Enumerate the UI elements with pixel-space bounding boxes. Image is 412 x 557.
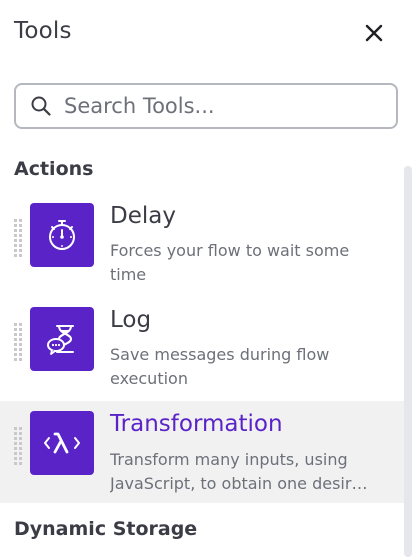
drag-handle[interactable] <box>14 427 22 465</box>
stopwatch-icon <box>30 203 94 267</box>
grip-dot <box>14 348 17 351</box>
grip-dot <box>14 328 17 331</box>
log-hourglass-icon <box>30 307 94 371</box>
tool-name: Log <box>110 307 152 333</box>
drag-handle[interactable] <box>14 219 22 257</box>
grip-dot <box>14 427 17 430</box>
scrollbar[interactable] <box>404 166 412 557</box>
grip-dot <box>14 442 17 445</box>
grip-dot <box>14 462 17 465</box>
section-label-actions: Actions <box>14 158 94 180</box>
search-icon <box>31 96 51 116</box>
section-label-dynamic-storage: Dynamic Storage <box>14 518 198 540</box>
tool-item-log[interactable]: Log Save messages during flow execution <box>0 307 404 407</box>
grip-dot <box>14 239 17 242</box>
grip-dot <box>19 224 22 227</box>
grip-dot <box>19 254 22 257</box>
grip-dot <box>14 437 17 440</box>
grip-dot <box>14 224 17 227</box>
tool-description: Forces your flow to wait some time <box>110 241 350 284</box>
search-input[interactable] <box>64 89 384 123</box>
grip-dot <box>19 457 22 460</box>
grip-dot <box>19 432 22 435</box>
grip-dot <box>14 254 17 257</box>
grip-dot <box>19 328 22 331</box>
grip-dot <box>19 244 22 247</box>
grip-dot <box>14 358 17 361</box>
tool-name: Transformation <box>110 411 283 437</box>
grip-dot <box>19 219 22 222</box>
grip-dot <box>19 353 22 356</box>
grip-dot <box>14 333 17 336</box>
grip-dot <box>19 462 22 465</box>
grip-dot <box>14 229 17 232</box>
panel-header: Tools <box>0 0 412 68</box>
grip-dot <box>19 447 22 450</box>
close-button[interactable] <box>360 19 388 47</box>
tool-description: Transform many inputs, using JavaScript,… <box>110 450 368 493</box>
panel-title: Tools <box>14 18 72 44</box>
grip-dot <box>19 239 22 242</box>
grip-dot <box>14 338 17 341</box>
tool-description: Save messages during flow execution <box>110 345 330 388</box>
drag-handle[interactable] <box>14 323 22 361</box>
grip-dot <box>14 353 17 356</box>
grip-dot <box>14 457 17 460</box>
grip-dot <box>19 452 22 455</box>
tools-panel: Tools Actions <box>0 0 412 557</box>
grip-dot <box>14 447 17 450</box>
grip-dot <box>19 437 22 440</box>
grip-dot <box>19 442 22 445</box>
close-icon <box>365 24 383 42</box>
grip-dot <box>19 427 22 430</box>
grip-dot <box>14 452 17 455</box>
grip-dot <box>14 323 17 326</box>
grip-dot <box>14 219 17 222</box>
grip-dot <box>19 323 22 326</box>
tool-item-transformation[interactable]: Transformation Transform many inputs, us… <box>0 401 404 503</box>
grip-dot <box>14 432 17 435</box>
grip-dot <box>14 244 17 247</box>
search-box[interactable] <box>14 83 398 129</box>
grip-dot <box>19 229 22 232</box>
grip-dot <box>19 348 22 351</box>
grip-dot <box>19 338 22 341</box>
grip-dot <box>19 358 22 361</box>
grip-dot <box>14 343 17 346</box>
grip-dot <box>19 343 22 346</box>
grip-dot <box>19 333 22 336</box>
grip-dot <box>19 249 22 252</box>
grip-dot <box>14 234 17 237</box>
lambda-icon <box>30 411 94 475</box>
tool-name: Delay <box>110 203 176 229</box>
grip-dot <box>19 234 22 237</box>
grip-dot <box>14 249 17 252</box>
tool-item-delay[interactable]: Delay Forces your flow to wait some time <box>0 203 404 303</box>
